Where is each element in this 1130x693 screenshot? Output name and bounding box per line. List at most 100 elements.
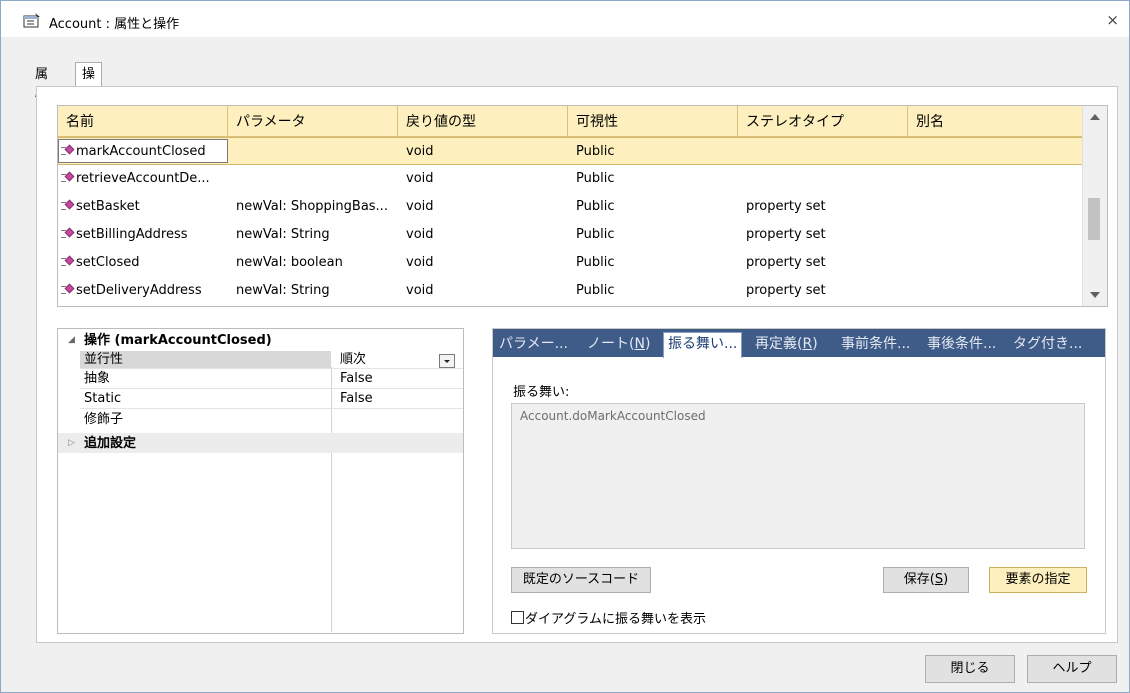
- cell-parameters: newVal: ShoppingBas...: [236, 199, 388, 214]
- detail-tab-strip: パラメー... ノート(N) 振る舞い... 再定義(R) 事前条件... 事後…: [493, 329, 1105, 358]
- default-source-code-button[interactable]: 既定のソースコード: [511, 567, 651, 593]
- table-row[interactable]: setBillingAddress newVal: String void Pu…: [58, 221, 1082, 249]
- tab-redefines-mnemonic: R: [802, 336, 813, 352]
- tab-parameters[interactable]: パラメー...: [499, 333, 568, 355]
- cell-parameters: [228, 138, 398, 166]
- cell-return-type: void: [406, 171, 434, 186]
- cell-return-type: void: [406, 283, 434, 298]
- property-value[interactable]: 順次: [340, 352, 366, 367]
- tab-postconditions[interactable]: 事後条件...: [927, 333, 996, 355]
- section-title: 操作 (markAccountClosed): [84, 333, 272, 348]
- scroll-down-icon[interactable]: [1090, 292, 1100, 298]
- tab-operations[interactable]: 操作: [75, 62, 103, 106]
- cell-return-type: void: [406, 144, 434, 159]
- help-button[interactable]: ヘルプ: [1027, 655, 1117, 683]
- cell-alias: [908, 249, 1078, 277]
- cell-visibility: Public: [576, 199, 615, 214]
- table-row[interactable]: setBasket newVal: ShoppingBas... void Pu…: [58, 193, 1082, 221]
- cell-stereotype: property set: [746, 199, 826, 214]
- collapse-arrow-icon[interactable]: ▷: [68, 436, 75, 451]
- cell-alias: [908, 193, 1078, 221]
- cell-name: markAccountClosed: [58, 138, 228, 166]
- scroll-up-icon[interactable]: [1090, 114, 1100, 120]
- expand-arrow-icon[interactable]: ◢: [68, 333, 75, 348]
- tab-tagged-values[interactable]: タグ付き...: [1013, 333, 1082, 355]
- cell-alias: [908, 277, 1078, 305]
- operation-name: setDeliveryAddress: [76, 283, 202, 298]
- row-divider: [80, 368, 463, 369]
- table-row[interactable]: setDeliveryAddress newVal: String void P…: [58, 277, 1082, 305]
- cell-stereotype: [738, 138, 908, 166]
- checkbox-box[interactable]: [511, 611, 524, 624]
- show-behavior-in-diagram-checkbox[interactable]: ダイアグラムに振る舞いを表示: [511, 611, 706, 627]
- cell-stereotype: property set: [746, 283, 826, 298]
- tab-behavior[interactable]: 振る舞い...: [663, 332, 743, 358]
- property-row-concurrency[interactable]: 並行性 順次: [58, 352, 463, 367]
- save-button-label: 保存(: [903, 572, 935, 587]
- column-header-return-type[interactable]: 戻り値の型: [398, 106, 568, 136]
- tab-preconditions[interactable]: 事前条件...: [841, 333, 910, 355]
- save-button[interactable]: 保存(S): [883, 567, 969, 593]
- property-row-static[interactable]: Static False: [58, 391, 463, 406]
- section-header-advanced[interactable]: ▷ 追加設定: [58, 436, 463, 451]
- column-header-stereotype[interactable]: ステレオタイプ: [738, 106, 908, 136]
- cell-visibility: Public: [576, 171, 615, 186]
- cell-stereotype: property set: [746, 255, 826, 270]
- cell-alias: [908, 221, 1078, 249]
- cell-name: retrieveAccountDe...: [58, 165, 228, 193]
- operation-icon: [61, 227, 75, 239]
- scroll-thumb[interactable]: [1088, 198, 1100, 240]
- property-value[interactable]: False: [340, 391, 373, 406]
- detail-pane: パラメー... ノート(N) 振る舞い... 再定義(R) 事前条件... 事後…: [492, 328, 1106, 634]
- close-icon[interactable]: ×: [1106, 11, 1119, 29]
- property-value[interactable]: False: [340, 371, 373, 386]
- property-label: Static: [84, 391, 122, 406]
- tab-redefines[interactable]: 再定義(R): [755, 333, 818, 355]
- table-row[interactable]: markAccountClosed void Public: [58, 137, 1082, 165]
- concurrency-dropdown-icon[interactable]: [439, 354, 455, 368]
- assign-element-button[interactable]: 要素の指定: [989, 567, 1087, 593]
- behavior-label: 振る舞い:: [513, 385, 570, 400]
- behavior-text-area[interactable]: Account.doMarkAccountClosed: [511, 403, 1085, 549]
- column-header-name[interactable]: 名前: [58, 106, 228, 136]
- column-header-alias[interactable]: 別名: [908, 106, 1082, 136]
- cell-stereotype: [738, 165, 908, 193]
- cell-parameters: newVal: boolean: [236, 255, 343, 270]
- property-column-divider: [331, 367, 332, 632]
- operation-name: setBasket: [76, 199, 140, 214]
- property-row-modifier[interactable]: 修飾子: [58, 412, 463, 427]
- tab-notes[interactable]: ノート(N): [587, 333, 650, 355]
- property-label: 並行性: [84, 352, 124, 367]
- checkbox-label: ダイアグラムに振る舞いを表示: [525, 612, 706, 627]
- column-header-visibility[interactable]: 可視性: [568, 106, 738, 136]
- grid-header: 名前 パラメータ 戻り値の型 可視性 ステレオタイプ 別名: [58, 106, 1082, 137]
- tab-notes-mnemonic: N: [634, 336, 645, 352]
- save-button-suffix: ): [943, 572, 949, 587]
- cell-name: setBasket: [58, 193, 228, 221]
- cell-name: setBillingAddress: [58, 221, 228, 249]
- column-header-parameters[interactable]: パラメータ: [228, 106, 398, 136]
- title-bar: Account : 属性と操作 ×: [1, 1, 1129, 37]
- operations-grid: 名前 パラメータ 戻り値の型 可視性 ステレオタイプ 別名 markAccoun…: [57, 105, 1108, 307]
- property-row-abstract[interactable]: 抽象 False: [58, 371, 463, 386]
- table-row[interactable]: setClosed newVal: boolean void Public pr…: [58, 249, 1082, 277]
- property-label: 抽象: [84, 371, 111, 386]
- cell-alias: [908, 138, 1078, 166]
- section-header-operation[interactable]: ◢ 操作 (markAccountClosed): [58, 333, 463, 348]
- property-label: 修飾子: [84, 412, 124, 427]
- tab-attributes[interactable]: 属性: [31, 63, 52, 106]
- cell-name: setClosed: [58, 249, 228, 277]
- cell-parameters: newVal: String: [236, 227, 330, 242]
- save-button-mnemonic: S: [934, 572, 944, 587]
- operation-icon: [61, 171, 75, 183]
- cell-name: setDeliveryAddress: [58, 277, 228, 305]
- cell-parameters: newVal: String: [236, 283, 330, 298]
- operation-name: setClosed: [76, 255, 140, 270]
- close-button[interactable]: 閉じる: [925, 655, 1015, 683]
- cell-return-type: void: [406, 227, 434, 242]
- grid-vertical-scrollbar[interactable]: [1082, 106, 1107, 306]
- operation-icon: [61, 144, 75, 156]
- table-row[interactable]: retrieveAccountDe... void Public: [58, 165, 1082, 193]
- cell-stereotype: property set: [746, 227, 826, 242]
- cell-parameters: [228, 165, 398, 193]
